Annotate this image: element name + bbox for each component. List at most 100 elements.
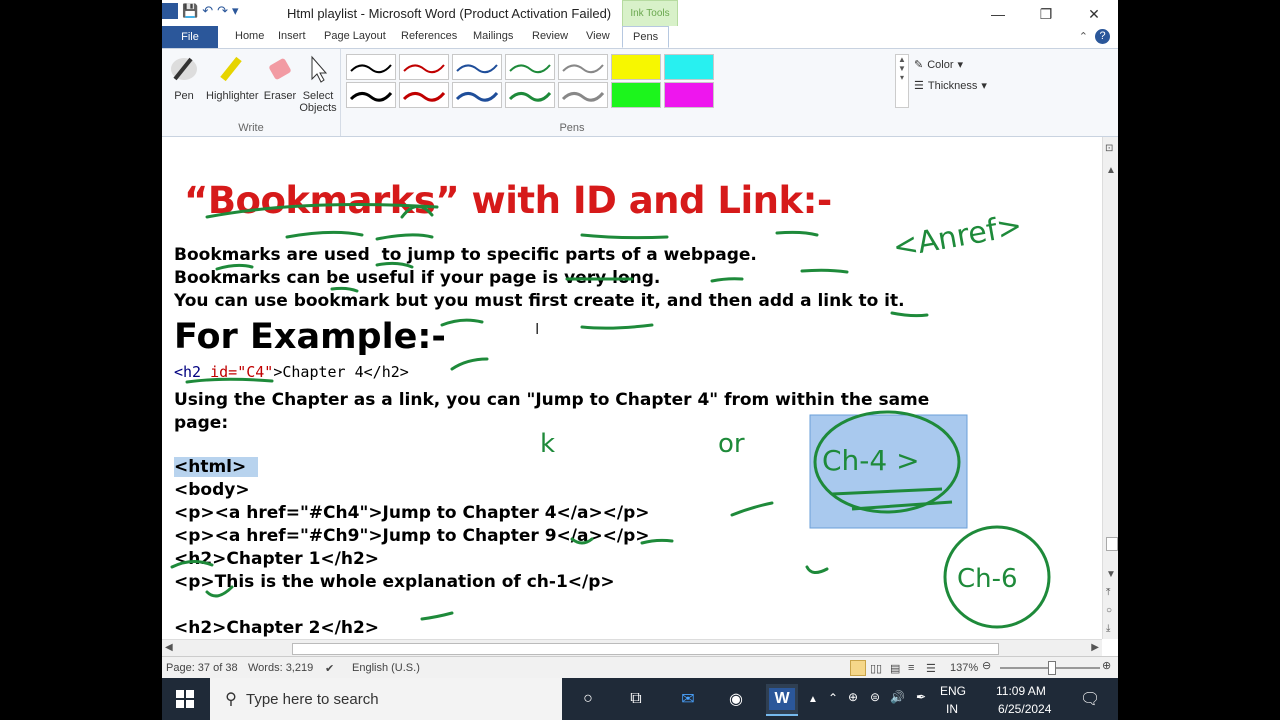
zoom-in-icon[interactable]: ⊕ [1102, 659, 1111, 672]
page-count[interactable]: Page: 37 of 38 [166, 662, 238, 674]
wifi-icon[interactable]: ⊜ [870, 690, 880, 704]
next-page-icon[interactable]: ⤓ [1106, 623, 1110, 634]
chevron-down-icon: ▾ [957, 59, 964, 71]
pen-swatch[interactable] [452, 82, 502, 108]
color-dropdown[interactable]: ✎ Color ▾ [914, 54, 987, 75]
mail-icon[interactable]: ✉ [672, 684, 704, 714]
ribbon: Pen Highlighter Eraser Select Objects Wr… [162, 49, 1118, 137]
save-icon[interactable]: 💾 [182, 3, 198, 19]
thickness-label: Thickness [927, 79, 978, 92]
redo-icon[interactable]: ↷ [217, 3, 228, 19]
previous-page-icon[interactable]: ⤒ [1106, 587, 1110, 598]
help-icon[interactable]: ? [1095, 29, 1110, 44]
zoom-slider-thumb[interactable] [1048, 661, 1056, 675]
cursor-arrow-icon [311, 55, 328, 83]
pen-swatch[interactable] [452, 54, 502, 80]
taskbar-search[interactable]: ⚲ Type here to search [210, 678, 562, 720]
highlighter-tool[interactable]: Highlighter [206, 53, 259, 102]
ink-anref: <Anref> [890, 208, 1025, 265]
tab-mailings[interactable]: Mailings [467, 28, 519, 44]
pen-swatch[interactable] [399, 54, 449, 80]
scroll-thumb[interactable] [1106, 537, 1118, 551]
pen-gallery-scroller[interactable]: ▲ ▼ ▾ [895, 54, 909, 108]
outline-icon[interactable]: ≡ [908, 662, 914, 674]
task-view-icon[interactable]: ⧉ [620, 684, 652, 714]
pen-options: ✎ Color ▾ ☰ Thickness ▾ [914, 54, 987, 96]
search-icon: ⚲ [225, 691, 237, 708]
chevron-down-icon: ▾ [981, 80, 987, 92]
tab-review[interactable]: Review [526, 28, 574, 44]
notifications-icon[interactable]: 🗨 [1080, 689, 1100, 709]
scroll-left-icon[interactable]: ◀ [165, 642, 173, 653]
pen-swatch[interactable] [558, 82, 608, 108]
pen-swatch[interactable] [346, 82, 396, 108]
undo-icon[interactable]: ↶ [202, 3, 213, 19]
network-icon[interactable]: ⊕ [848, 690, 858, 704]
pen-tool[interactable]: Pen [162, 53, 206, 102]
tab-references[interactable]: References [395, 28, 463, 44]
highlighter-swatch[interactable] [664, 82, 714, 108]
ribbon-collapse-icon[interactable]: ⌃ [1079, 30, 1088, 43]
web-layout-icon[interactable]: ▤ [890, 662, 900, 675]
ink-ch4: Ch-4 > [822, 444, 920, 477]
proofing-icon[interactable]: ✔ [325, 662, 334, 675]
zoom-level[interactable]: 137% [950, 662, 978, 674]
full-screen-reading-icon[interactable]: ▯▯ [870, 662, 882, 675]
volume-icon[interactable]: 🔊 [890, 690, 905, 704]
search-placeholder: Type here to search [246, 690, 379, 708]
pen-swatch[interactable] [346, 54, 396, 80]
tab-insert[interactable]: Insert [272, 28, 312, 44]
language-indicator[interactable]: English (U.S.) [352, 662, 420, 674]
horizontal-scrollbar[interactable]: ◀ ▶ [162, 639, 1102, 657]
tab-home[interactable]: Home [229, 28, 270, 44]
restore-button[interactable]: ❐ [1022, 0, 1070, 28]
title-bar: W 💾 ↶ ↷ ▾ Html playlist - Microsoft Word… [162, 0, 1118, 28]
print-layout-icon[interactable] [850, 660, 866, 676]
text-cursor-icon: I [535, 321, 540, 338]
zoom-out-icon[interactable]: ⊖ [982, 659, 991, 672]
pen-icon [171, 57, 197, 81]
scroll-down-icon[interactable]: ▼ [1106, 569, 1116, 580]
word-app-icon[interactable]: W [162, 3, 178, 19]
scroll-right-icon[interactable]: ▶ [1091, 642, 1099, 653]
close-button[interactable]: ✕ [1070, 0, 1118, 28]
clock-date[interactable]: 6/25/2024 [998, 702, 1051, 716]
start-button[interactable] [162, 678, 208, 720]
pen-swatch[interactable] [505, 82, 555, 108]
highlighter-swatch[interactable] [664, 54, 714, 80]
highlighter-icon [220, 56, 242, 82]
tab-view[interactable]: View [580, 28, 616, 44]
select-objects-tool[interactable]: Select Objects [296, 53, 340, 114]
highlighter-swatch[interactable] [611, 54, 661, 80]
word-count[interactable]: Words: 3,219 [248, 662, 313, 674]
highlighter-label: Highlighter [206, 90, 259, 102]
language-bottom[interactable]: IN [946, 702, 958, 716]
pen-swatch[interactable] [558, 54, 608, 80]
scroll-up-icon[interactable]: ▲ [1106, 165, 1116, 176]
word-taskbar-icon[interactable]: W [766, 684, 798, 716]
thickness-dropdown[interactable]: ☰ Thickness ▾ [914, 75, 987, 96]
document-page[interactable]: “Bookmarks” with ID and Link:- Bookmarks… [162, 137, 1102, 639]
language-top[interactable]: ENG [940, 684, 966, 698]
highlighter-swatch[interactable] [611, 82, 661, 108]
minimize-button[interactable]: — [974, 0, 1022, 28]
clock-time[interactable]: 11:09 AM [996, 684, 1046, 698]
windows-taskbar: ⚲ Type here to search ○ ⧉ ✉ ◉ W ▲ ⌃ ⊕ ⊜ … [162, 678, 1118, 720]
cortana-icon[interactable]: ○ [572, 684, 604, 714]
ruler-icon[interactable]: ⊡ [1105, 143, 1113, 154]
tab-page-layout[interactable]: Page Layout [318, 28, 392, 44]
tab-file[interactable]: File [162, 26, 218, 48]
show-hidden-icons[interactable]: ⌃ [828, 691, 838, 705]
pen-swatch[interactable] [399, 82, 449, 108]
pen-swatch[interactable] [505, 54, 555, 80]
record-app-icon[interactable]: ◉ [720, 684, 752, 714]
customize-qat-icon[interactable]: ▾ [232, 3, 239, 19]
pen-workspace-icon[interactable]: ✒ [916, 690, 926, 704]
browse-object-icon[interactable]: ○ [1106, 605, 1112, 616]
quick-access-toolbar: W 💾 ↶ ↷ ▾ [162, 3, 239, 19]
draft-icon[interactable]: ☰ [926, 662, 936, 675]
vertical-scrollbar[interactable]: ⊡ ▲ ▼ ⤒ ○ ⤓ [1102, 137, 1118, 639]
ink-selection[interactable]: Ch-4 > [809, 410, 968, 529]
tab-pens[interactable]: Pens [622, 26, 670, 48]
hscroll-thumb[interactable] [292, 643, 999, 655]
